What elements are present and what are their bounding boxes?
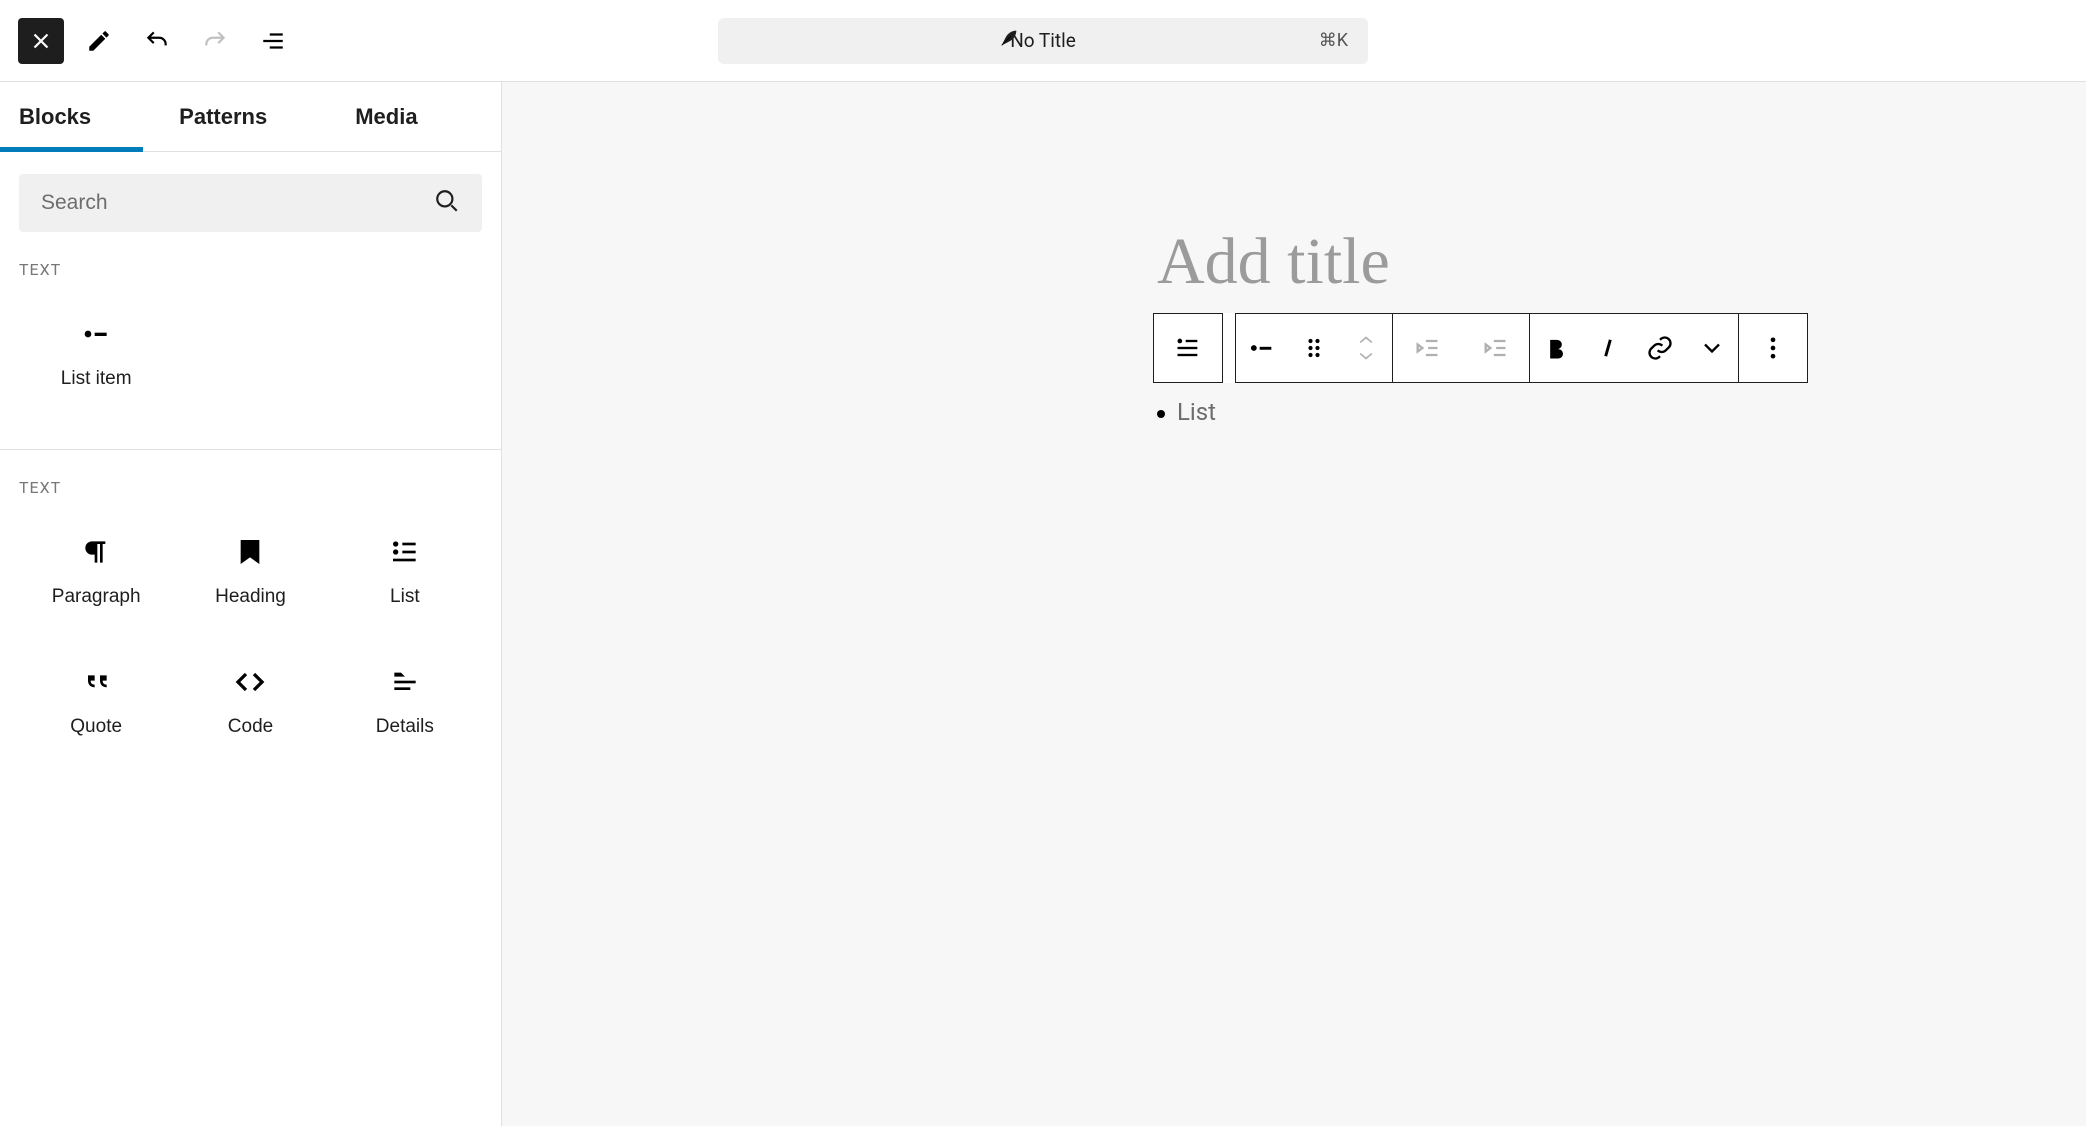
bold-button[interactable]: [1530, 314, 1582, 382]
block-list-item[interactable]: List item: [19, 289, 173, 419]
pencil-icon: [86, 28, 112, 54]
undo-icon: [144, 28, 170, 54]
outline-icon: [260, 28, 286, 54]
block-label: Details: [376, 716, 434, 738]
outdent-icon: [1413, 334, 1441, 362]
paragraph-icon: [80, 536, 112, 568]
bold-icon: [1542, 334, 1570, 362]
block-type-button[interactable]: [1154, 314, 1222, 382]
details-icon: [389, 666, 421, 698]
top-toolbar: No Title ⌘K: [0, 0, 2086, 82]
block-label: List: [390, 586, 420, 608]
undo-button[interactable]: [134, 18, 180, 64]
block-label: List item: [61, 368, 132, 390]
toolbar-group-list-style: [1235, 313, 1393, 383]
editor-canvas[interactable]: Add title: [502, 82, 2086, 1126]
command-shortcut: ⌘K: [1319, 30, 1348, 51]
tab-blocks[interactable]: Blocks: [19, 82, 91, 151]
indent-button[interactable]: [1461, 314, 1529, 382]
title-placeholder: Add title: [1157, 224, 1390, 300]
section-label: TEXT: [0, 232, 501, 279]
more-vertical-icon: [1759, 334, 1787, 362]
block-label: Code: [228, 716, 273, 738]
block-quote[interactable]: Quote: [19, 637, 173, 767]
italic-button[interactable]: [1582, 314, 1634, 382]
list-bullet: [1157, 410, 1165, 418]
tab-patterns[interactable]: Patterns: [179, 82, 267, 151]
drag-handle-icon: [1300, 334, 1328, 362]
document-title-bar[interactable]: No Title ⌘K: [718, 18, 1368, 64]
search-wrap: [0, 152, 501, 232]
block-grid-contextual: List item: [0, 279, 501, 449]
indent-icon: [1481, 334, 1509, 362]
heading-icon: [234, 536, 266, 568]
top-toolbar-left: [18, 18, 296, 64]
outdent-button[interactable]: [1393, 314, 1461, 382]
drag-handle-button[interactable]: [1288, 314, 1340, 382]
search-field[interactable]: [19, 174, 482, 232]
block-heading[interactable]: Heading: [173, 507, 327, 637]
toolbar-group-overflow: [1738, 313, 1808, 383]
close-icon: [28, 28, 54, 54]
chevron-up-icon: [1356, 334, 1376, 346]
feather-icon: [998, 27, 1020, 54]
block-label: Quote: [70, 716, 122, 738]
search-input[interactable]: [41, 191, 434, 215]
search-icon: [434, 188, 460, 218]
chevron-down-icon: [1356, 350, 1376, 362]
close-inserter-button[interactable]: [18, 18, 64, 64]
link-icon: [1646, 334, 1674, 362]
quote-icon: [80, 666, 112, 698]
toolbar-group-block-type: [1153, 313, 1223, 383]
inserter-tabs: Blocks Patterns Media: [0, 82, 501, 152]
block-paragraph[interactable]: Paragraph: [19, 507, 173, 637]
block-details[interactable]: Details: [328, 637, 482, 767]
list-block-icon: [1174, 334, 1202, 362]
list-icon: [389, 536, 421, 568]
bullet-list-icon: [1248, 334, 1276, 362]
chevron-down-icon: [1698, 334, 1726, 362]
list-item-placeholder: List: [1177, 398, 1216, 426]
block-list[interactable]: List: [328, 507, 482, 637]
block-code[interactable]: Code: [173, 637, 327, 767]
toolbar-group-format: [1529, 313, 1739, 383]
italic-icon: [1594, 334, 1622, 362]
link-button[interactable]: [1634, 314, 1686, 382]
block-toolbar: [1153, 313, 1808, 383]
list-item-icon: [80, 318, 112, 350]
redo-button[interactable]: [192, 18, 238, 64]
more-options-button[interactable]: [1739, 314, 1807, 382]
block-grid-text: Paragraph Heading List Quote: [0, 497, 501, 797]
move-up-down-button[interactable]: [1340, 314, 1392, 382]
list-block[interactable]: List: [1157, 398, 1216, 426]
block-inserter-sidebar: Blocks Patterns Media TEXT List item: [0, 82, 502, 1126]
more-format-button[interactable]: [1686, 314, 1738, 382]
toolbar-group-indent: [1392, 313, 1530, 383]
unordered-list-button[interactable]: [1236, 314, 1288, 382]
document-title: No Title: [1010, 29, 1076, 52]
redo-icon: [202, 28, 228, 54]
main-area: Blocks Patterns Media TEXT List item: [0, 82, 2086, 1126]
edit-tool-button[interactable]: [76, 18, 122, 64]
active-tab-underline: [0, 147, 143, 152]
code-icon: [234, 666, 266, 698]
document-overview-button[interactable]: [250, 18, 296, 64]
block-label: Paragraph: [52, 586, 141, 608]
section-label: TEXT: [0, 450, 501, 497]
tab-media[interactable]: Media: [355, 82, 417, 151]
block-label: Heading: [215, 586, 286, 608]
